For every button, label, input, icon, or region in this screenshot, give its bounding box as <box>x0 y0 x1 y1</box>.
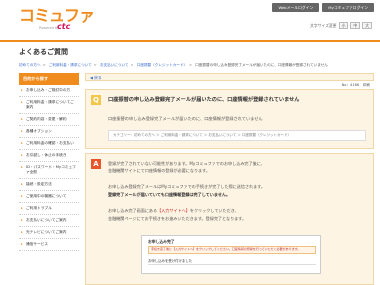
screenshot-note: 手続き完了後に【入力サイトへ】をクリックしてください。口座情報の登録を行っていた… <box>148 246 316 254</box>
breadcrumb-link[interactable]: 初めての方へ <box>19 63 41 67</box>
question-box: Q 口座振替の申し込み登録完了メールが届いたのに、口座情報が登録されていません … <box>85 89 374 149</box>
question-text: 口座振替の申し込み登録完了メールが届いたのに、口座情報が登録されていません <box>108 116 263 121</box>
sidebar-item[interactable]: 接続・設定方法 <box>19 179 79 191</box>
sidebar-item[interactable]: 通信サービス <box>19 239 79 251</box>
back-bar: ◀ 戻る <box>85 73 374 81</box>
header-login-buttons: Webメールログイン Myコミュファログイン <box>272 3 374 12</box>
font-size-switcher: 文字サイズ変更 小 中 大 <box>310 22 372 29</box>
sidebar-item[interactable]: お引越し・休止の手続き <box>19 150 79 162</box>
breadcrumb-link[interactable]: 口座振替（クレジットカード） <box>137 63 187 67</box>
document-info[interactable]: No：4166 印刷 <box>342 83 370 88</box>
breadcrumb-separator: > <box>130 63 134 67</box>
question-icon: Q <box>91 95 101 105</box>
answer-line: 金融機関サイトにて口座情報の登録が必要になります。 <box>108 168 210 173</box>
sidebar-item[interactable]: ご契約内容・変更・解約 <box>19 114 79 126</box>
page-title: よくあるご質問 <box>19 48 68 56</box>
answer-line-emphasis: 登録完了メールが届いていても口座情報登録は完了していません。 <box>108 192 231 197</box>
example-screenshot: お申し込み完了 手続き完了後に【入力サイトへ】をクリックしてください。口座情報の… <box>141 235 321 274</box>
sidebar-heading: 目的から探す <box>19 73 79 85</box>
breadcrumb-separator: > <box>42 63 46 67</box>
sidebar-item[interactable]: ご利用トラブル <box>19 203 79 215</box>
breadcrumb-link[interactable]: お支払いについて <box>100 63 129 67</box>
sidebar-item[interactable]: 光テレビについてご案内 <box>19 227 79 239</box>
breadcrumb-separator: > <box>189 63 193 67</box>
breadcrumb-link[interactable]: ご利用料金・請求について <box>49 63 92 67</box>
sidebar-item[interactable]: ご利用料金の確認・お支払い <box>19 138 79 150</box>
sidebar-item[interactable]: 各種オプション <box>19 126 79 138</box>
question-title: 口座振替の申し込み登録完了メールが届いたのに、口座情報が登録されていません <box>108 97 300 103</box>
screenshot-divider <box>148 264 316 265</box>
site-header: コミュファ Powered by ctc Webメールログイン Myコミュファロ… <box>0 0 380 38</box>
answer-line: お申し込み登録完了メールはMyコミュファでの手続きが完了した際に送信されます。 <box>108 184 266 189</box>
webmail-login-button[interactable]: Webメールログイン <box>272 3 320 12</box>
sidebar-item[interactable]: ID・パスワード・Myコミュファ全般 <box>19 162 79 179</box>
breadcrumb: 初めての方へ > ご利用料金・請求について > お支払いについて > 口座振替（クレジ… <box>19 63 328 68</box>
sidebar-item[interactable]: お支払いについてご案内 <box>19 215 79 227</box>
answer-line: 金融機関ページにてお手続きをお進みいただきます。登録完了となります。 <box>108 216 247 221</box>
sidebar-item[interactable]: ご使用中の機器について <box>19 191 79 203</box>
font-size-medium-button[interactable]: 中 <box>350 22 361 29</box>
sidebar: 目的から探す お申し込み・ご検討中の方 ご利用料金・請求についてご案内 ご契約内… <box>19 73 79 251</box>
logo-brand: ctc <box>57 22 71 31</box>
question-category: カテゴリー：初めての方へ ＞ ご利用料金・請求について ＞ お支払いについて ＞… <box>108 130 366 141</box>
title-bar: よくあるご質問 <box>0 40 380 58</box>
input-site-link[interactable]: 【入力サイトへ】 <box>157 208 190 213</box>
sidebar-item[interactable]: ご利用料金・請求についてご案内 <box>19 97 79 114</box>
font-size-label: 文字サイズ変更 <box>310 22 337 28</box>
main-content: ◀ 戻る No：4166 印刷 Q 口座振替の申し込み登録完了メールが届いたのに… <box>85 73 374 285</box>
breadcrumb-current: 口座振替の申し込み登録完了メールが届いたのに、口座情報が登録されていません <box>195 63 328 67</box>
sidebar-item[interactable]: お申し込み・ご検討中の方 <box>19 85 79 97</box>
font-size-small-button[interactable]: 小 <box>338 22 349 29</box>
answer-icon: A <box>91 159 101 169</box>
font-size-large-button[interactable]: 大 <box>362 22 372 29</box>
answer-line: 登録が完了されていない可能性があります。Myコミュファでのお申し込み完了後に、 <box>108 161 265 166</box>
back-link[interactable]: ◀ 戻る <box>90 75 102 80</box>
answer-line: お申し込み完了画面にある【入力サイトへ】をクリックしていただき、 <box>108 208 239 213</box>
screenshot-subtext: お申し込みを受け付けました <box>148 259 193 263</box>
answer-box: A 登録が完了されていない可能性があります。Myコミュファでのお申し込み完了後に… <box>85 153 374 285</box>
breadcrumb-separator: > <box>93 63 97 67</box>
screenshot-heading: お申し込み完了 <box>148 239 175 244</box>
commufa-logo[interactable]: コミュファ Powered by ctc <box>19 8 95 32</box>
my-commufa-login-button[interactable]: Myコミュファログイン <box>322 3 374 12</box>
